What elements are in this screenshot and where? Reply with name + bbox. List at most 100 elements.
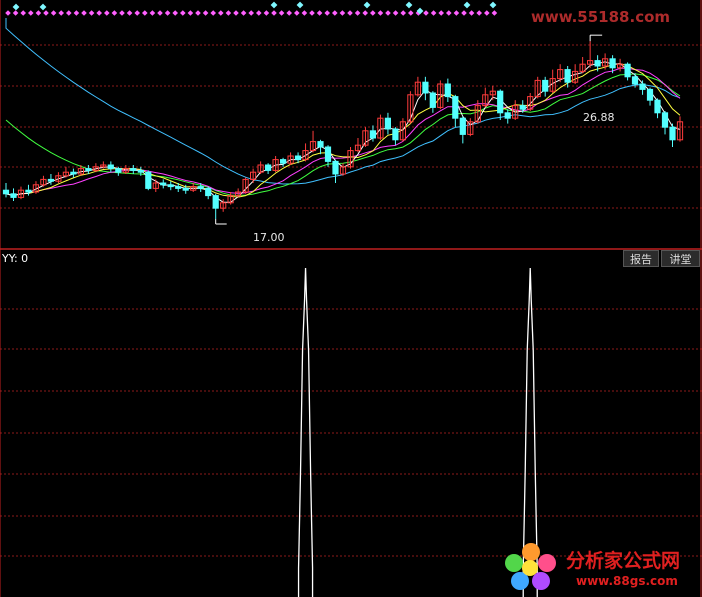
signal-diamond xyxy=(278,10,285,16)
signal-diamond xyxy=(476,10,482,16)
stock-chart[interactable] xyxy=(0,0,702,597)
signal-diamond xyxy=(294,10,300,16)
candle-down xyxy=(594,60,601,67)
candle-down xyxy=(70,171,77,175)
candle-down xyxy=(107,164,114,170)
signal-diamond xyxy=(142,10,148,16)
signal-diamond xyxy=(104,10,110,16)
signal-diamond xyxy=(119,10,125,16)
lecture-button[interactable]: 讲堂 xyxy=(661,250,700,267)
signal-diamond xyxy=(446,10,452,16)
signal-diamond xyxy=(96,10,102,16)
indicator-label: YY: 0 xyxy=(2,252,29,265)
candle-down xyxy=(384,117,391,130)
signal-diamond xyxy=(187,10,194,16)
candle-down xyxy=(324,146,332,162)
candle-down xyxy=(317,141,324,148)
brand-watermark: 分析家公式网 xyxy=(566,550,681,572)
candle-down xyxy=(25,189,32,193)
signal-diamond xyxy=(180,10,186,16)
signal-diamond xyxy=(309,10,315,16)
candle-down xyxy=(631,76,639,85)
signal-diamond xyxy=(88,10,95,16)
signal-diamond xyxy=(461,10,467,16)
signal-diamond xyxy=(233,10,239,16)
highlight-diamond xyxy=(296,1,304,9)
candle-down xyxy=(429,92,436,108)
signal-diamond xyxy=(271,10,277,16)
signal-diamond xyxy=(324,10,330,16)
candle-down xyxy=(422,81,429,94)
candle-down xyxy=(542,79,549,92)
candle-down xyxy=(294,155,302,161)
signal-diamond xyxy=(58,10,64,16)
url-watermark: www.88gs.com xyxy=(576,574,678,588)
candle-down xyxy=(145,171,152,189)
signal-diamond xyxy=(392,10,399,16)
signal-diamonds xyxy=(5,1,498,16)
candle-down xyxy=(392,128,399,141)
signal-diamond xyxy=(347,10,353,16)
highlight-diamond xyxy=(270,1,278,9)
candle-down xyxy=(182,187,189,191)
signal-diamond xyxy=(28,10,34,16)
signal-diamond xyxy=(134,10,140,16)
candle-down xyxy=(175,186,182,189)
signal-diamond xyxy=(218,10,224,16)
signal-diamond xyxy=(256,10,262,16)
signal-diamond xyxy=(5,10,11,16)
low-price-label: 17.00 xyxy=(253,231,285,244)
signal-diamond xyxy=(81,10,87,16)
candle-down xyxy=(115,168,122,173)
signal-diamond xyxy=(157,10,163,16)
candle-down xyxy=(212,195,219,209)
signal-diamond xyxy=(248,10,254,16)
candle-down xyxy=(332,160,339,175)
signal-diamond xyxy=(210,10,216,16)
signal-diamond xyxy=(339,10,346,16)
candlesticks xyxy=(2,41,684,219)
signal-diamond xyxy=(263,10,270,16)
signal-diamond xyxy=(484,10,490,16)
signal-diamond xyxy=(438,10,444,16)
candle-down xyxy=(519,105,526,110)
ma10-line xyxy=(5,63,681,198)
high-annotation xyxy=(589,34,603,42)
candle-down xyxy=(624,63,631,78)
candle-down xyxy=(459,117,466,135)
highlight-diamond xyxy=(405,1,413,9)
candle-down xyxy=(452,96,459,119)
candle-down xyxy=(444,83,451,98)
signal-diamond xyxy=(240,10,247,16)
candle-down xyxy=(10,193,17,198)
low-annotation xyxy=(215,219,227,225)
signal-diamond xyxy=(126,10,133,16)
flower-logo-icon xyxy=(503,541,559,591)
signal-diamond xyxy=(20,10,26,16)
report-button[interactable]: 报告 xyxy=(623,250,659,267)
highlight-diamond xyxy=(489,1,497,9)
signal-diamond xyxy=(149,10,156,16)
candle-down xyxy=(661,112,669,128)
signal-diamond xyxy=(377,10,384,16)
candle-down xyxy=(609,58,616,69)
signal-diamond xyxy=(408,10,414,16)
highlight-diamond xyxy=(363,1,371,9)
candle-down xyxy=(130,168,137,171)
signal-diamond xyxy=(286,10,292,16)
candle-down xyxy=(669,126,676,141)
candle-down xyxy=(160,182,167,186)
price-grid xyxy=(0,0,702,597)
signal-diamond xyxy=(316,10,323,16)
signal-diamond xyxy=(225,10,232,16)
candle-down xyxy=(497,90,504,114)
candle-down xyxy=(85,168,92,171)
signal-diamond xyxy=(111,10,118,16)
signal-diamond xyxy=(301,10,308,16)
signal-diamond xyxy=(50,10,57,16)
signal-diamond xyxy=(43,10,49,16)
signal-diamond xyxy=(362,10,368,16)
candle-down xyxy=(504,112,511,119)
signal-diamond xyxy=(354,10,361,16)
top-watermark: www.55188.com xyxy=(531,8,671,26)
